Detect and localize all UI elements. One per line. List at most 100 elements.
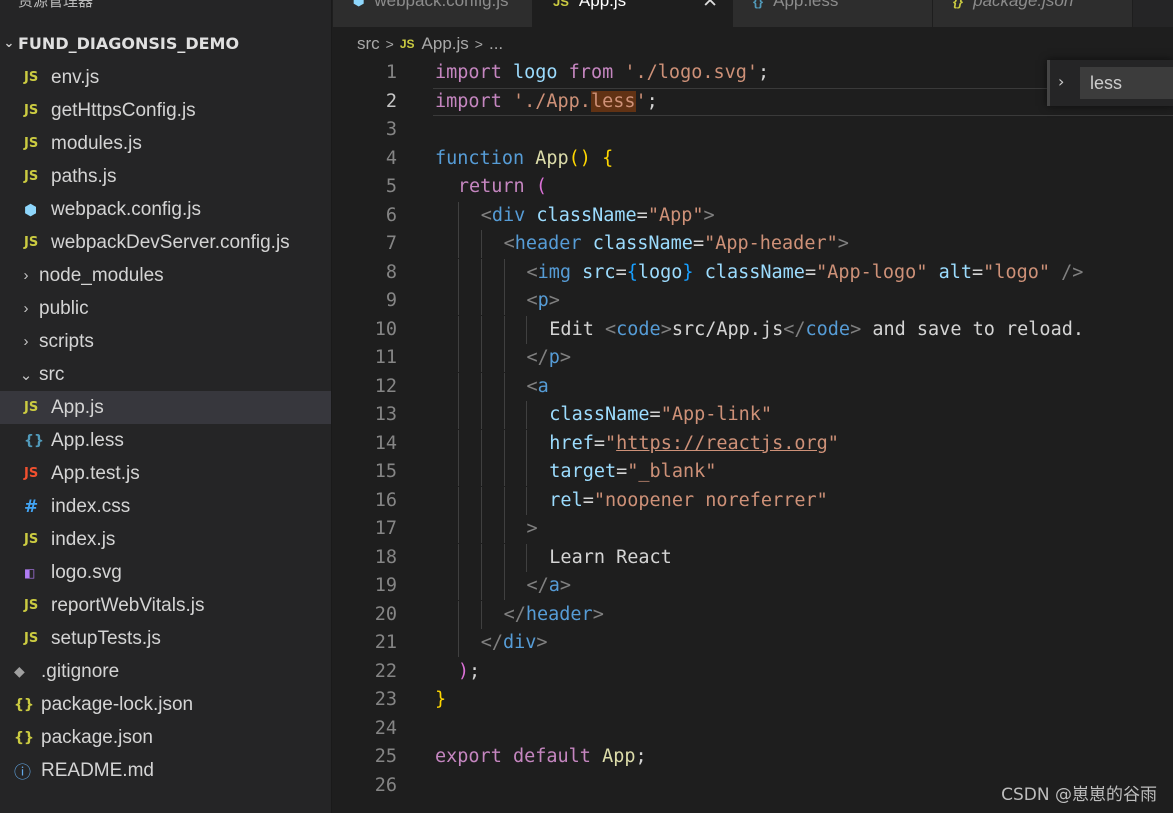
code-line: 25 export default App;	[333, 743, 1173, 771]
tree-item-label: node_modules	[39, 264, 164, 286]
code-token: >	[660, 318, 672, 340]
code-token: }	[682, 261, 694, 283]
editor-tab[interactable]: {} package.json	[933, 0, 1133, 27]
code-content: className="App-link"	[549, 401, 772, 429]
code-token: less	[590, 90, 636, 112]
close-icon[interactable]: ✕	[702, 0, 718, 13]
code-token: "noopener noreferrer"	[593, 489, 828, 511]
code-line: 10 Edit <code>src/App.js</code> and save …	[333, 315, 1173, 344]
code-editor[interactable]: 1 import logo from './logo.svg'; 2 import '…	[333, 59, 1173, 813]
indent-guide	[526, 429, 528, 458]
code-token: >	[548, 290, 560, 311]
tree-item-label: src	[39, 363, 65, 385]
webpack-icon: ⬢	[24, 200, 38, 219]
js-file-icon: JS	[24, 532, 39, 547]
indent-guide	[457, 515, 459, 543]
code-token: =	[615, 261, 627, 283]
file-item[interactable]: JS env.js	[0, 61, 331, 94]
indent-guide	[457, 572, 459, 600]
folder-item[interactable]: › public	[0, 292, 331, 325]
tree-item-label: package-lock.json	[41, 693, 194, 715]
json-file-icon: {}	[14, 696, 34, 713]
chevron-right-icon: ›	[23, 333, 29, 350]
file-item[interactable]: JS getHttpsConfig.js	[0, 94, 331, 127]
tree-item-label: modules.js	[51, 132, 142, 154]
file-item[interactable]: JS App.test.js	[0, 457, 331, 490]
code-token: >	[703, 204, 715, 226]
code-token: <	[526, 261, 538, 283]
breadcrumb-file[interactable]: App.js	[422, 34, 469, 54]
breadcrumb-more[interactable]: ...	[489, 34, 503, 54]
code-token: </	[783, 318, 806, 340]
indent-guide	[457, 287, 459, 315]
css-file-icon: #	[24, 496, 39, 517]
project-name: FUND_DIAGONSIS_DEMO	[18, 33, 240, 53]
explorer-title: 资源管理器	[18, 0, 94, 10]
indent-guide	[457, 372, 459, 401]
breadcrumb-folder[interactable]: src	[357, 34, 380, 54]
code-token: }	[435, 689, 447, 710]
editor-tab[interactable]: JS App.js ✕	[533, 0, 733, 27]
code-line: 6 <div className="App">	[333, 201, 1173, 230]
tab-label: App.js	[578, 0, 627, 10]
folder-item[interactable]: ⌄ src	[0, 358, 331, 391]
breadcrumb-separator: >	[474, 36, 483, 52]
code-line: 23}	[333, 686, 1173, 714]
file-item[interactable]: JS reportWebVitals.js	[0, 589, 331, 622]
code-content: <a	[526, 373, 548, 401]
code-token: >	[526, 518, 538, 539]
tab-label: package.json	[973, 0, 1074, 10]
indent-guide	[480, 401, 482, 429]
file-item[interactable]: ⬢ webpack.config.js	[0, 193, 331, 226]
toggle-replace-icon[interactable]: ›	[1058, 72, 1064, 91]
file-item[interactable]: ◧ logo.svg	[0, 556, 331, 589]
editor-tab[interactable]: {} App.less	[733, 0, 933, 27]
code-line: 18 Learn React	[333, 543, 1173, 572]
code-token: './App.	[512, 90, 591, 112]
info-icon: ⓘ	[14, 763, 31, 783]
code-content: );	[458, 658, 480, 686]
folder-item[interactable]: › scripts	[0, 325, 331, 358]
js-file-icon: JS	[24, 169, 39, 184]
code-line: 9 <p>	[333, 287, 1173, 315]
code-token: =	[582, 489, 594, 511]
tree-item-label: public	[39, 297, 89, 319]
editor-tab[interactable]: ⬢ webpack.config.js	[333, 0, 533, 27]
line-number: 5	[385, 176, 397, 197]
file-item[interactable]: # index.css	[0, 490, 331, 523]
file-item[interactable]: JS modules.js	[0, 127, 331, 160]
file-item[interactable]: ◆ .gitignore	[0, 655, 331, 688]
code-content: rel="noopener noreferrer"	[549, 487, 827, 515]
code-token: App	[602, 746, 636, 767]
code-token: "logo"	[983, 261, 1050, 283]
file-item[interactable]: JS App.js	[0, 391, 331, 424]
chevron-right-icon: ›	[23, 300, 29, 317]
code-token: App	[535, 147, 569, 169]
code-token: ;	[469, 660, 481, 682]
file-item[interactable]: {} App.less	[0, 424, 331, 457]
code-token: =	[804, 261, 817, 283]
js-file-icon: JS	[553, 0, 569, 9]
code-content: import logo from './logo.svg';	[435, 59, 769, 87]
folder-item[interactable]: › node_modules	[0, 259, 331, 292]
tree-item-label: .gitignore	[41, 660, 120, 682]
indent-guide	[480, 287, 482, 315]
file-item[interactable]: JS setupTests.js	[0, 622, 331, 655]
tab-label: App.less	[773, 0, 839, 10]
file-item[interactable]: ⓘ README.md	[0, 754, 331, 787]
project-folder-header[interactable]: ⌄ FUND_DIAGONSIS_DEMO	[0, 28, 331, 58]
file-item[interactable]: {} package.json	[0, 721, 331, 754]
file-item[interactable]: JS webpackDevServer.config.js	[0, 226, 331, 259]
file-item[interactable]: JS index.js	[0, 523, 331, 556]
more-actions-icon[interactable]: ···	[286, 0, 306, 7]
code-token: "_blank"	[627, 461, 717, 482]
code-line: 5 return (	[333, 173, 1173, 201]
code-token: (	[535, 176, 547, 197]
code-line: 7 <header className="App-header">	[333, 230, 1173, 258]
file-item[interactable]: JS paths.js	[0, 160, 331, 193]
code-token: >	[850, 318, 862, 340]
file-item[interactable]: {} package-lock.json	[0, 688, 331, 721]
find-input[interactable]	[1080, 67, 1173, 99]
